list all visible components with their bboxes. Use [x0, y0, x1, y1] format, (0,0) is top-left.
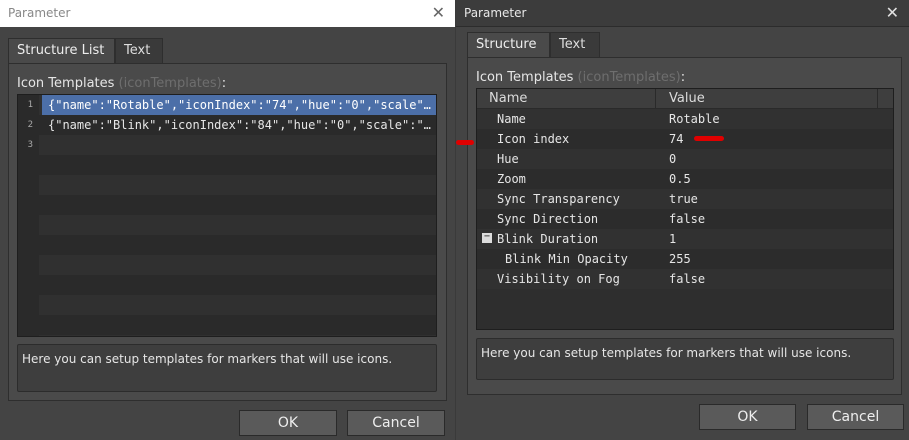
ok-button[interactable]: OK	[699, 404, 796, 430]
line-number: 3	[18, 135, 39, 155]
property-row[interactable]: Zoom 0.5	[477, 169, 893, 189]
column-header-value[interactable]: Value	[669, 91, 705, 106]
property-row[interactable]: Sync Transparency true	[477, 189, 893, 209]
window-title: Parameter	[8, 6, 71, 20]
title-bar: Parameter ✕	[456, 0, 909, 27]
property-row-child[interactable]: Blink Min Opacity 255	[477, 249, 893, 269]
property-name: Hue	[497, 152, 519, 166]
tab-structure-list[interactable]: Structure List	[8, 38, 115, 64]
empty-row	[18, 275, 436, 295]
property-name: Zoom	[497, 172, 526, 186]
property-name: Sync Direction	[497, 212, 599, 226]
line-number: 1	[18, 95, 39, 115]
property-row[interactable]: Sync Direction false	[477, 209, 893, 229]
parameter-dialog-structure-list: Parameter ✕ Structure List Text Icon Tem…	[0, 0, 455, 440]
field-label-text: Icon Templates	[17, 76, 115, 91]
column-divider[interactable]	[655, 89, 656, 109]
property-value[interactable]: 1	[669, 232, 676, 246]
property-value[interactable]: false	[669, 272, 705, 286]
ok-button[interactable]: OK	[239, 410, 337, 436]
help-text: Here you can setup templates for markers…	[476, 338, 894, 380]
property-value[interactable]: 74	[669, 132, 683, 146]
list-item-text: {"name":"Blink","iconIndex":"84","hue":"…	[48, 118, 431, 132]
empty-row	[18, 215, 436, 235]
list-item[interactable]: 2 {"name":"Blink","iconIndex":"84","hue"…	[18, 115, 436, 135]
column-header-name[interactable]: Name	[489, 91, 527, 106]
property-value[interactable]: Rotable	[669, 112, 720, 126]
property-value[interactable]: false	[669, 212, 705, 226]
field-label-colon: :	[680, 70, 686, 85]
empty-row	[18, 295, 436, 315]
empty-row	[18, 315, 436, 335]
window-title: Parameter	[464, 6, 527, 20]
property-name: Sync Transparency	[497, 192, 620, 206]
property-name: Name	[497, 112, 526, 126]
property-name: Blink Duration	[497, 232, 599, 246]
collapse-icon[interactable]: −	[482, 232, 492, 243]
empty-row	[18, 155, 436, 175]
field-label-colon: :	[221, 76, 227, 91]
empty-row	[18, 335, 436, 336]
list-item-text	[42, 135, 436, 155]
property-name: Visibility on Fog	[497, 272, 620, 286]
property-value[interactable]: 0.5	[669, 172, 691, 186]
property-value[interactable]: true	[669, 192, 698, 206]
field-label: Icon Templates (iconTemplates):	[476, 70, 685, 85]
empty-row	[18, 255, 436, 275]
property-row[interactable]: Name Rotable	[477, 109, 893, 129]
empty-row	[18, 175, 436, 195]
help-text: Here you can setup templates for markers…	[17, 344, 437, 392]
tab-text[interactable]: Text	[115, 38, 163, 64]
property-row[interactable]: − Blink Duration 1	[477, 229, 893, 249]
field-label-key: (iconTemplates)	[118, 76, 222, 91]
tab-structure[interactable]: Structure	[467, 32, 550, 58]
annotation-mark	[694, 136, 724, 141]
tab-panel: Icon Templates (iconTemplates): Name Val…	[467, 57, 902, 395]
property-row[interactable]: Visibility on Fog false	[477, 269, 893, 289]
title-bar: Parameter ✕	[0, 0, 455, 27]
empty-row	[18, 235, 436, 255]
field-label: Icon Templates (iconTemplates):	[17, 76, 226, 91]
field-label-text: Icon Templates	[476, 70, 574, 85]
line-number: 2	[18, 115, 39, 135]
cancel-button[interactable]: Cancel	[807, 404, 904, 430]
property-grid-header: Name Value	[477, 89, 893, 109]
list-item[interactable]: 3	[18, 135, 436, 155]
structure-list[interactable]: 1 {"name":"Rotable","iconIndex":"74","hu…	[17, 94, 437, 337]
property-row[interactable]: Icon index 74	[477, 129, 893, 149]
close-icon[interactable]: ✕	[432, 3, 445, 22]
tab-text[interactable]: Text	[550, 32, 600, 58]
tab-panel: Icon Templates (iconTemplates): 1 {"name…	[8, 63, 447, 401]
close-icon[interactable]: ✕	[886, 3, 899, 22]
parameter-dialog-structure: Parameter ✕ Structure Text Icon Template…	[456, 0, 909, 440]
property-name: Icon index	[497, 132, 570, 146]
property-value[interactable]: 255	[669, 252, 691, 266]
empty-row	[18, 195, 436, 215]
list-item-text: {"name":"Rotable","iconIndex":"74","hue"…	[42, 95, 436, 115]
column-divider	[877, 89, 878, 109]
property-value[interactable]: 0	[669, 152, 676, 166]
property-row[interactable]: Hue 0	[477, 149, 893, 169]
property-rows: Name Rotable Icon index 74 Hue 0 Zoom 0.…	[477, 109, 893, 289]
annotation-mark	[456, 140, 474, 145]
list-item[interactable]: 1 {"name":"Rotable","iconIndex":"74","hu…	[18, 95, 436, 115]
field-label-key: (iconTemplates)	[577, 70, 681, 85]
cancel-button[interactable]: Cancel	[347, 410, 445, 436]
property-grid[interactable]: Name Value Name Rotable Icon index 74 Hu…	[476, 88, 894, 330]
property-name: Blink Min Opacity	[505, 252, 628, 266]
